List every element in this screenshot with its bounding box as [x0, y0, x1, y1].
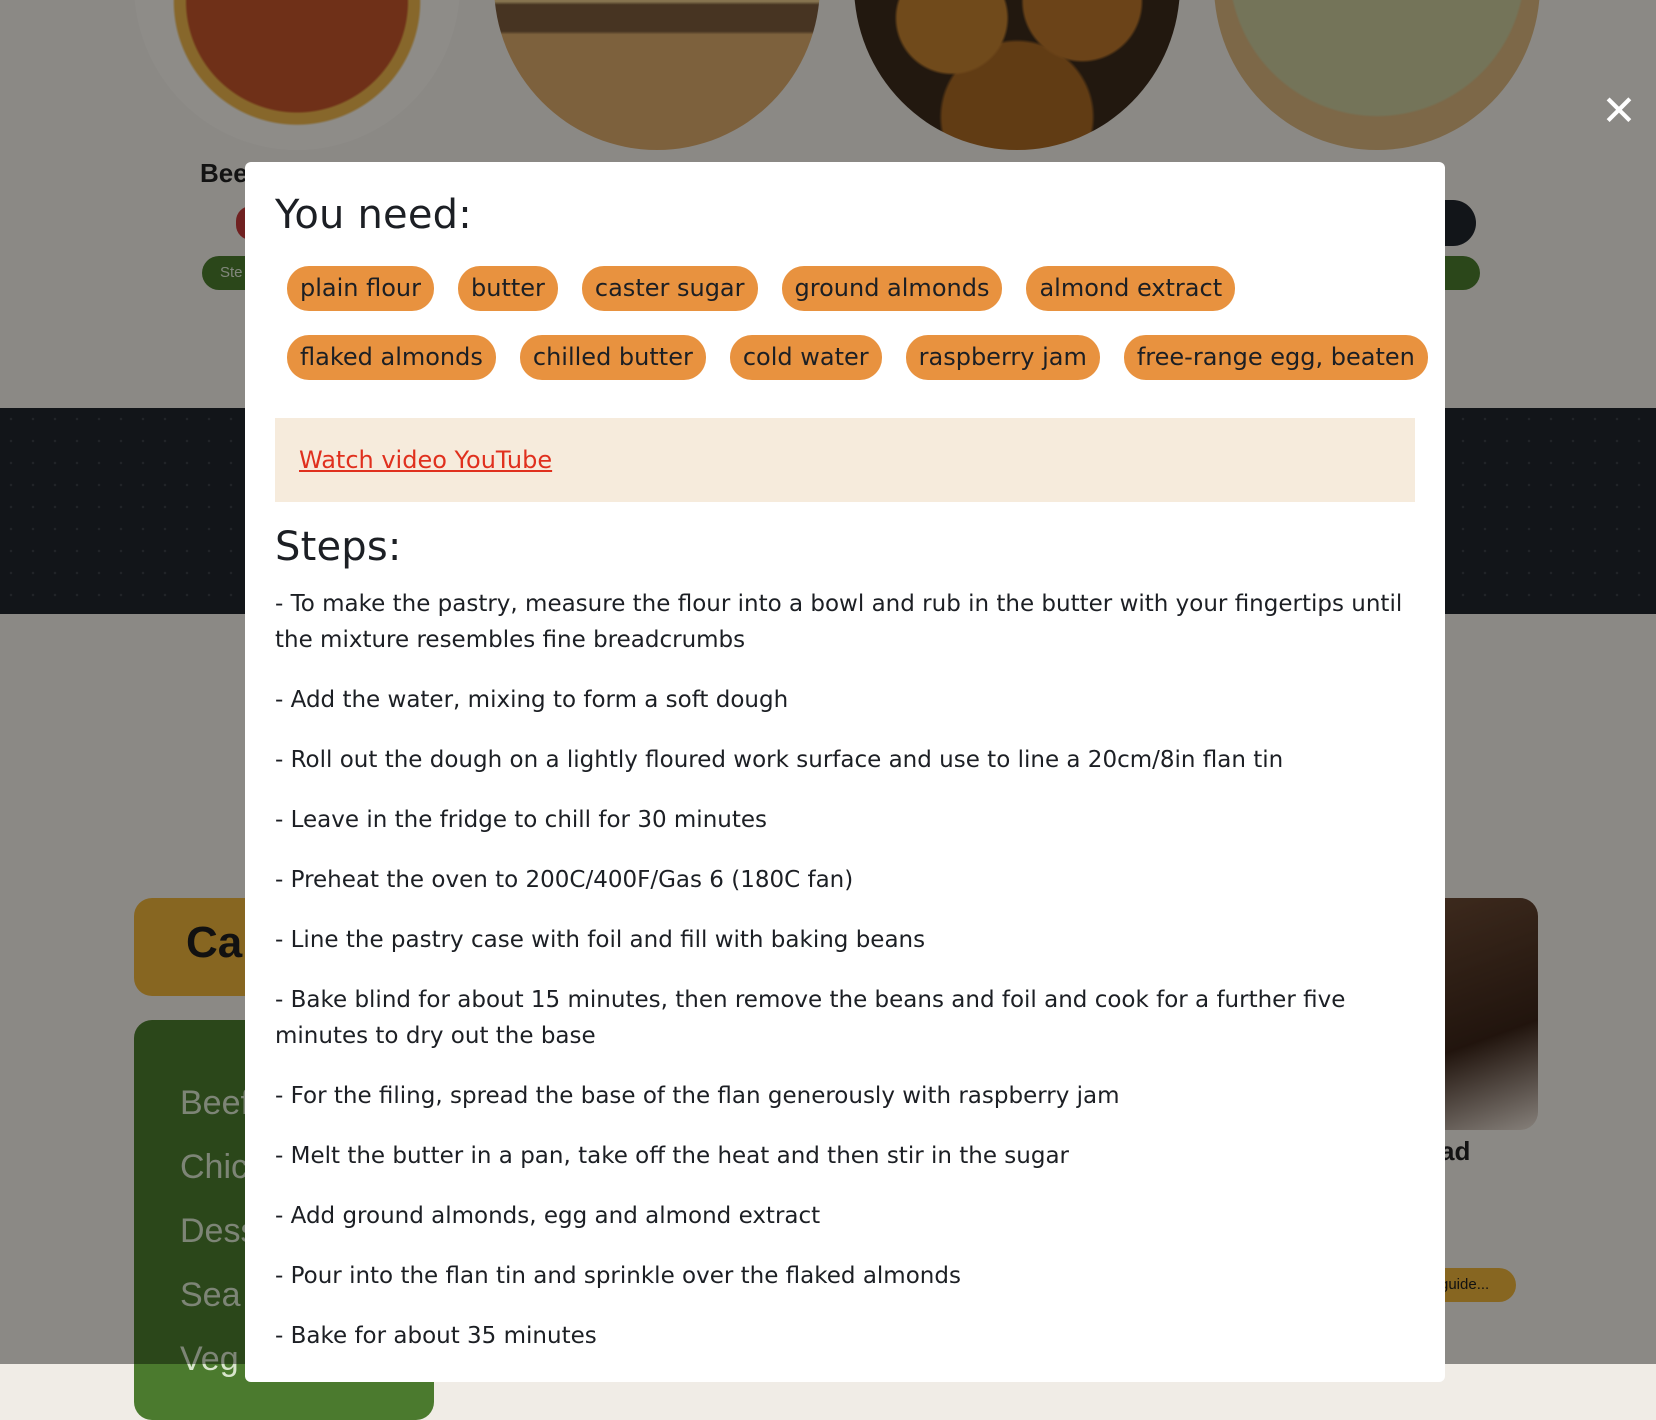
ingredient-tag: plain flour [287, 266, 434, 311]
ingredient-tag: free-range egg, beaten [1123, 335, 1428, 380]
ingredient-tag: ground almonds [781, 266, 1003, 311]
ingredient-tag: chilled butter [519, 335, 706, 380]
steps-list: - To make the pastry, measure the flour … [275, 586, 1415, 1378]
step-item: - Leave in the fridge to chill for 30 mi… [275, 807, 767, 833]
close-icon[interactable]: ✕ [1598, 90, 1640, 132]
recipe-modal: You need: plain flour butter caster suga… [245, 162, 1445, 1382]
ingredients-title: You need: [275, 192, 472, 238]
step-item: - To make the pastry, measure the flour … [275, 591, 1403, 653]
ingredient-tag: flaked almonds [287, 335, 496, 380]
step-item: - Bake for about 35 minutes [275, 1323, 597, 1349]
step-item: - Line the pastry case with foil and fil… [275, 927, 926, 953]
step-item: - Melt the butter in a pan, take off the… [275, 1143, 1070, 1169]
step-item: - Add ground almonds, egg and almond ext… [275, 1203, 821, 1229]
ingredient-tag: butter [458, 266, 558, 311]
step-item: - For the filing, spread the base of the… [275, 1083, 1120, 1109]
step-item: - Bake blind for about 15 minutes, then … [275, 987, 1346, 1049]
ingredients-list: plain flour butter caster sugar ground a… [287, 266, 1428, 404]
ingredient-tag: raspberry jam [905, 335, 1100, 380]
step-item: - Roll out the dough on a lightly floure… [275, 747, 1284, 773]
ingredient-tag: caster sugar [581, 266, 758, 311]
steps-title: Steps: [275, 524, 402, 570]
ingredient-tag: cold water [729, 335, 882, 380]
ingredient-tag: almond extract [1026, 266, 1236, 311]
ingredients-row: flaked almonds chilled butter cold water… [287, 335, 1428, 380]
ingredients-row: plain flour butter caster sugar ground a… [287, 266, 1407, 311]
step-item: - Add the water, mixing to form a soft d… [275, 687, 789, 713]
youtube-link[interactable]: Watch video YouTube [299, 446, 552, 474]
step-item: - Pour into the flan tin and sprinkle ov… [275, 1263, 961, 1289]
video-box: Watch video YouTube [275, 418, 1415, 502]
step-item: - Preheat the oven to 200C/400F/Gas 6 (1… [275, 867, 854, 893]
